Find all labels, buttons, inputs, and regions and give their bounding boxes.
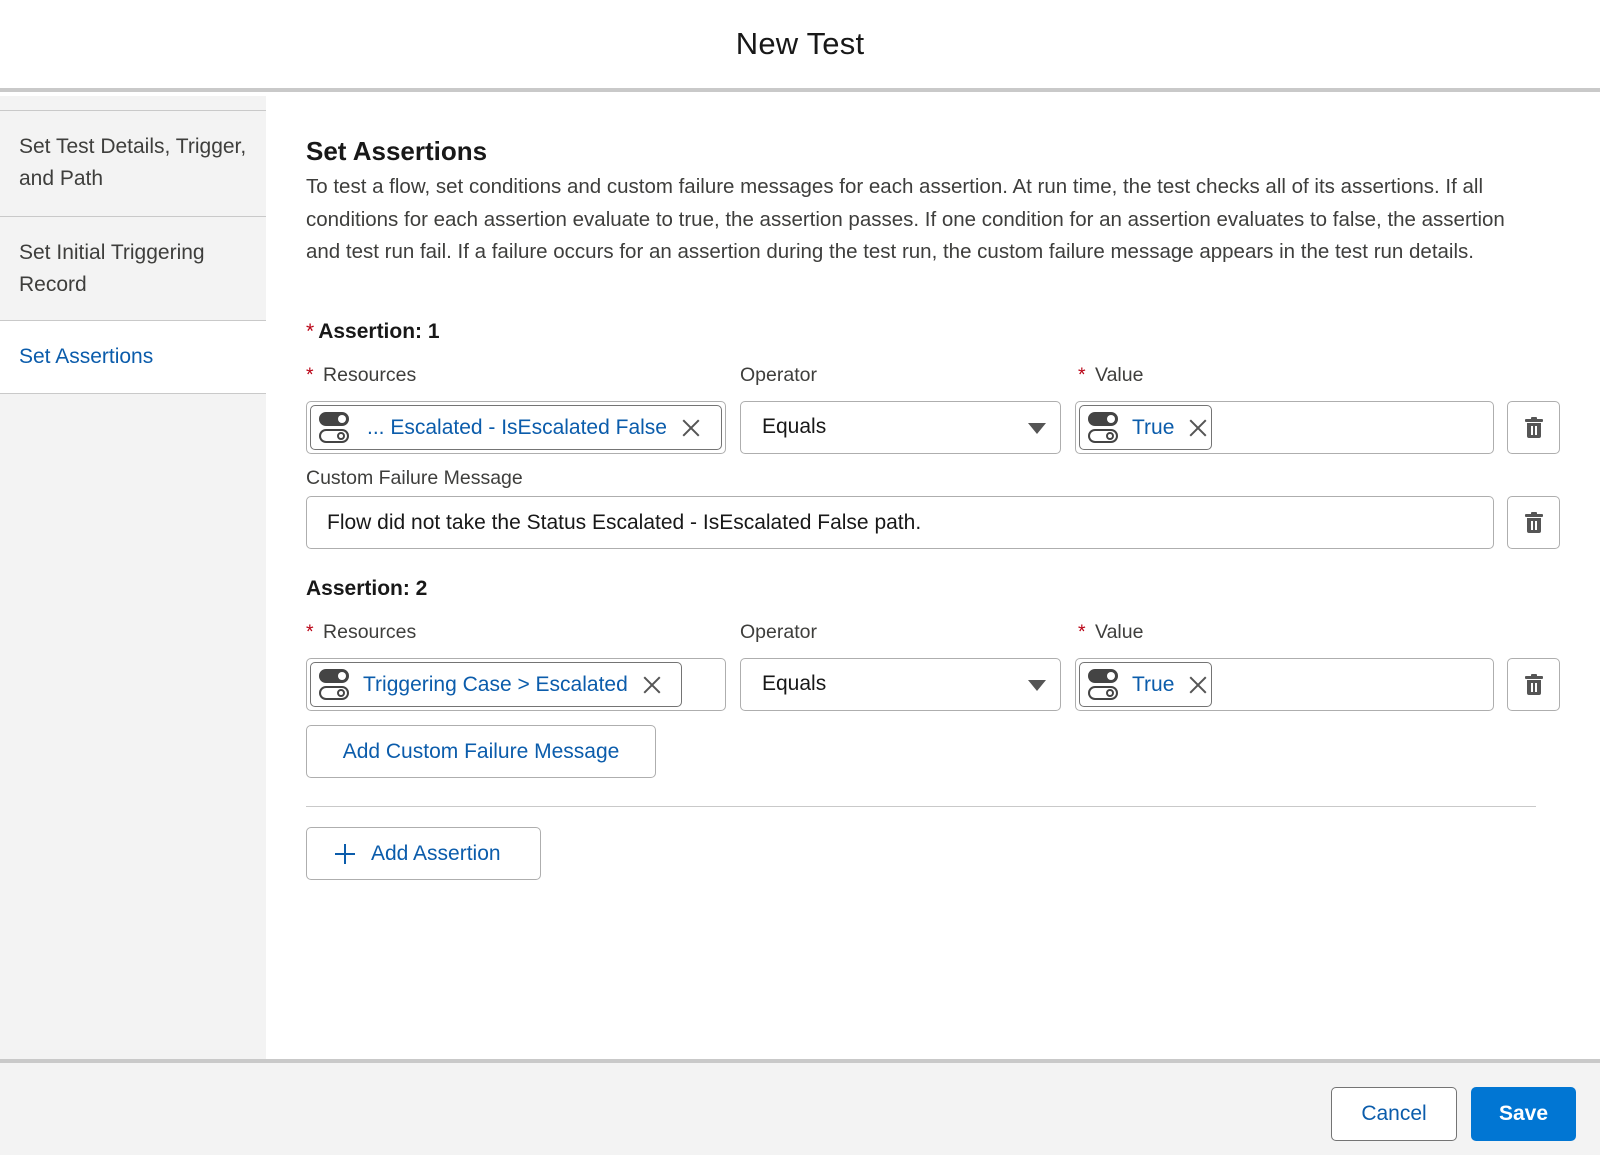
- toggle-icon: [317, 411, 351, 445]
- resource-pill-label: ... Escalated - IsEscalated False: [367, 415, 667, 439]
- sidebar-item-label: Set Test Details, Trigger, and Path: [19, 135, 247, 190]
- resources-combobox[interactable]: Triggering Case > Escalated: [306, 658, 726, 711]
- close-icon[interactable]: [1188, 418, 1208, 438]
- operator-value: Equals: [762, 672, 827, 695]
- operator-value: Equals: [762, 415, 827, 438]
- close-icon[interactable]: [681, 418, 701, 438]
- value-label: * Value: [1078, 364, 1144, 386]
- sidebar-item-initial-record[interactable]: Set Initial Triggering Record: [0, 216, 266, 320]
- custom-failure-message-input[interactable]: [306, 496, 1494, 549]
- divider: [306, 806, 1536, 807]
- modal-title: New Test: [735, 26, 865, 61]
- value-pill[interactable]: True: [1079, 405, 1212, 450]
- custom-failure-message-label: Custom Failure Message: [306, 467, 523, 489]
- section-title: Set Assertions: [306, 136, 488, 166]
- operator-label: Operator: [740, 621, 817, 643]
- value-combobox[interactable]: True: [1075, 658, 1494, 711]
- toggle-icon: [317, 668, 351, 702]
- chevron-down-icon: [1028, 680, 1046, 691]
- assertion-2-heading: Assertion: 2: [306, 577, 428, 600]
- value-pill[interactable]: True: [1079, 662, 1212, 707]
- close-icon[interactable]: [642, 675, 662, 695]
- value-pill-label: True: [1132, 415, 1175, 439]
- required-marker: *: [306, 320, 315, 343]
- sidebar-item-test-details[interactable]: Set Test Details, Trigger, and Path: [0, 110, 266, 216]
- modal-footer: Cancel Save: [0, 1059, 1600, 1155]
- cancel-button[interactable]: Cancel: [1331, 1087, 1457, 1141]
- operator-label: Operator: [740, 364, 817, 386]
- sidebar-item-label: Set Assertions: [19, 345, 154, 368]
- sidebar-item-label: Set Initial Triggering Record: [19, 241, 205, 296]
- save-button[interactable]: Save: [1471, 1087, 1576, 1141]
- value-combobox[interactable]: True: [1075, 401, 1494, 454]
- modal-header: New Test: [0, 0, 1600, 92]
- delete-message-button[interactable]: [1507, 496, 1560, 549]
- delete-icon: [1525, 674, 1543, 695]
- section-description: To test a flow, set conditions and custo…: [306, 175, 1505, 263]
- assertion-1-heading: * Assertion: 1: [306, 320, 440, 343]
- operator-select[interactable]: Equals: [740, 658, 1061, 711]
- resource-pill[interactable]: ... Escalated - IsEscalated False: [310, 405, 722, 450]
- resources-label: * Resources: [306, 364, 417, 386]
- delete-icon: [1525, 512, 1543, 533]
- add-assertion-label: Add Assertion: [371, 841, 501, 865]
- wizard-sidebar: Set Test Details, Trigger, and Path Set …: [0, 96, 266, 1059]
- resource-pill[interactable]: Triggering Case > Escalated: [310, 662, 682, 707]
- toggle-icon: [1086, 411, 1120, 445]
- delete-condition-button[interactable]: [1507, 401, 1560, 454]
- close-icon[interactable]: [1188, 675, 1208, 695]
- sidebar-item-set-assertions[interactable]: Set Assertions: [0, 320, 266, 394]
- value-label: * Value: [1078, 621, 1144, 643]
- add-custom-failure-message-button[interactable]: Add Custom Failure Message: [306, 725, 656, 778]
- delete-condition-button[interactable]: [1507, 658, 1560, 711]
- main-content: Set Assertions To test a flow, set condi…: [266, 96, 1600, 1059]
- chevron-down-icon: [1028, 423, 1046, 434]
- resource-pill-label: Triggering Case > Escalated: [363, 672, 628, 696]
- add-icon: [335, 843, 355, 864]
- resources-label: * Resources: [306, 621, 417, 643]
- delete-icon: [1525, 417, 1543, 438]
- toggle-icon: [1086, 668, 1120, 702]
- resources-combobox[interactable]: ... Escalated - IsEscalated False: [306, 401, 726, 454]
- add-assertion-button[interactable]: Add Assertion: [306, 827, 541, 880]
- value-pill-label: True: [1132, 672, 1175, 696]
- operator-select[interactable]: Equals: [740, 401, 1061, 454]
